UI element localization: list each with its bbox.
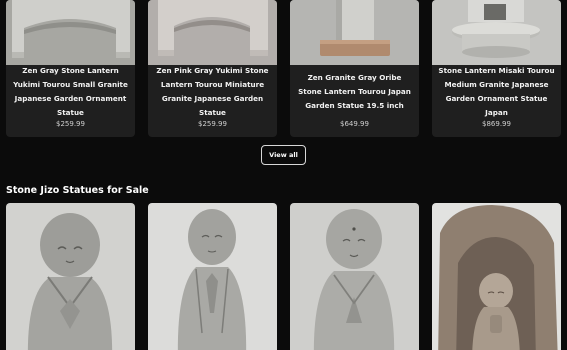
product-title[interactable]: Stone Lantern Misaki Tourou Medium Grani… bbox=[438, 66, 555, 117]
product-image[interactable] bbox=[6, 203, 135, 350]
product-title[interactable]: Zen Granite Gray Oribe Stone Lantern Tou… bbox=[296, 71, 413, 113]
product-card[interactable]: Zen Pink Gray Yukimi Stone Lantern Touro… bbox=[148, 0, 277, 137]
product-image[interactable] bbox=[148, 0, 277, 65]
view-all-button[interactable]: View all bbox=[261, 145, 306, 165]
product-card[interactable]: Zen Gray Stone Lantern Yukimi Tourou Sma… bbox=[6, 0, 135, 137]
product-image[interactable] bbox=[290, 0, 419, 65]
product-image[interactable] bbox=[148, 203, 277, 350]
product-card[interactable]: Stone Lantern Misaki Tourou Medium Grani… bbox=[432, 0, 561, 137]
product-card[interactable] bbox=[148, 203, 277, 350]
section-title: Stone Jizo Statues for Sale bbox=[6, 185, 149, 196]
product-price: $649.99 bbox=[340, 120, 369, 128]
product-image[interactable] bbox=[432, 0, 561, 65]
product-price: $869.99 bbox=[482, 120, 511, 128]
product-price: $259.99 bbox=[56, 120, 85, 128]
product-card[interactable] bbox=[432, 203, 561, 350]
lantern-product-grid: Zen Gray Stone Lantern Yukimi Tourou Sma… bbox=[6, 0, 561, 137]
jizo-product-grid bbox=[6, 203, 561, 350]
product-card[interactable] bbox=[6, 203, 135, 350]
product-card[interactable]: Zen Granite Gray Oribe Stone Lantern Tou… bbox=[290, 0, 419, 137]
product-image[interactable] bbox=[432, 203, 561, 350]
product-price: $259.99 bbox=[198, 120, 227, 128]
product-title[interactable]: Zen Gray Stone Lantern Yukimi Tourou Sma… bbox=[12, 66, 129, 117]
product-image[interactable] bbox=[290, 203, 419, 350]
product-title[interactable]: Zen Pink Gray Yukimi Stone Lantern Touro… bbox=[154, 66, 271, 117]
product-image[interactable] bbox=[6, 0, 135, 65]
product-card[interactable] bbox=[290, 203, 419, 350]
